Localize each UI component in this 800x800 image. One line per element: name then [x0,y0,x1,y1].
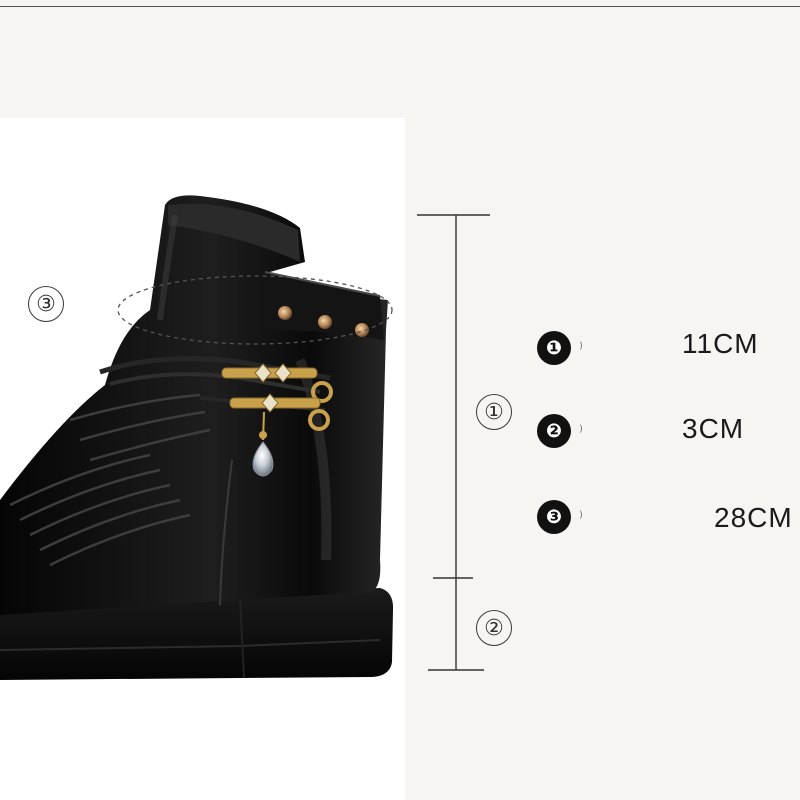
boot-upper [0,195,388,615]
opening-value: 28CM [714,502,793,533]
boot-photo [0,195,490,680]
height-marker-label: ① [476,394,512,430]
legend-row-opening: ❸ ⁾ [537,497,583,537]
product-dimension-image: ③ ① ② ❶ ⁾ 11CM ❷ ⁾ 3CM ❸ ⁾ 28CM [0,0,800,800]
heel-badge: ❷ [537,414,571,448]
opening-tick: ⁾ [579,507,583,527]
height-value: 11CM [682,328,759,359]
height-tick: ⁾ [579,338,583,358]
height-badge: ❶ [537,331,571,365]
legend-row-height: ❶ ⁾ [537,328,583,368]
legend-row-heel: ❷ ⁾ [537,411,583,451]
opening-badge: ❸ [537,500,571,534]
opening-marker-label: ③ [28,286,64,322]
heel-value: 3CM [682,413,745,444]
heel-tick: ⁾ [579,421,583,441]
heel-marker-label: ② [476,610,512,646]
measurement-lines [417,214,490,671]
